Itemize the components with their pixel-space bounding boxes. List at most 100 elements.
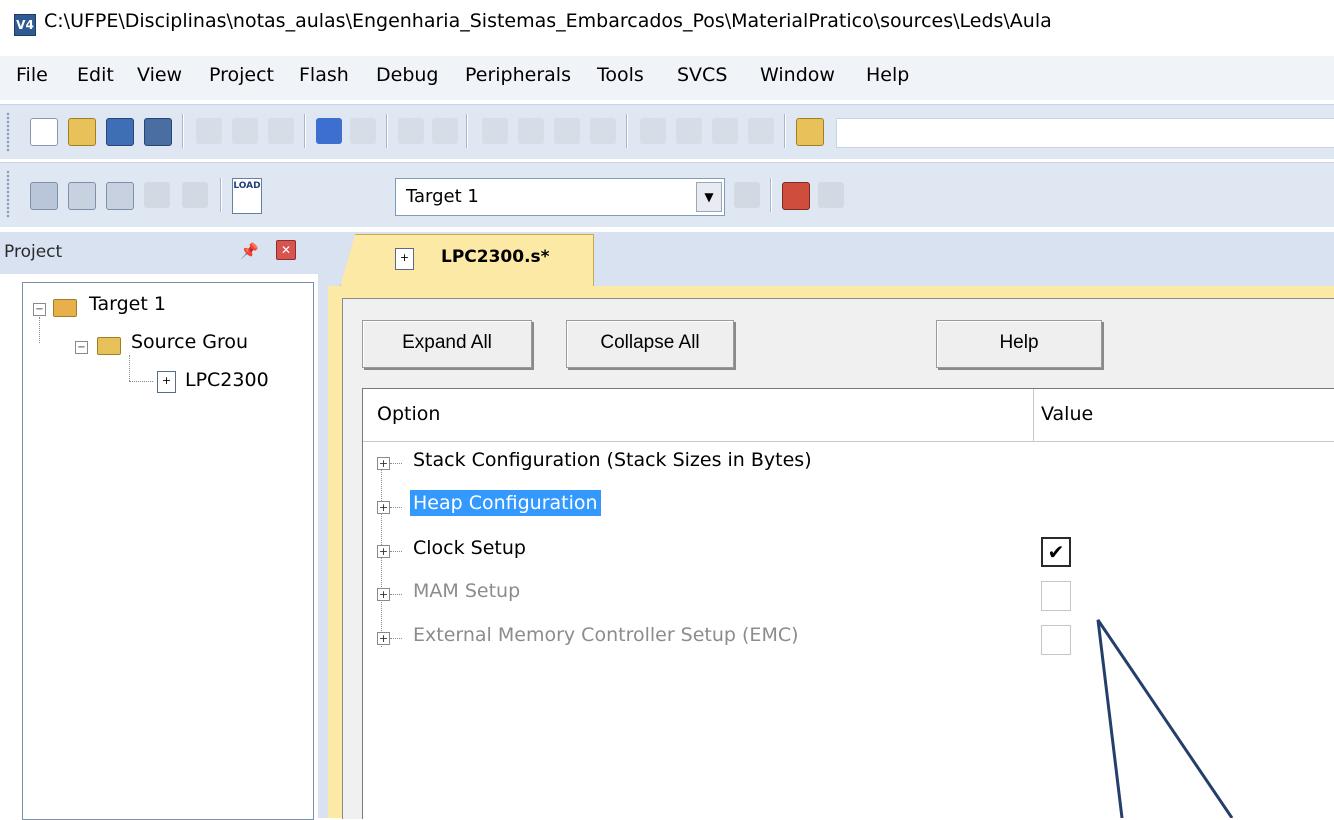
redo-icon[interactable] xyxy=(350,118,376,144)
tree-connector xyxy=(390,638,402,639)
grid-header: Option Value xyxy=(363,389,1334,442)
menu-help[interactable]: Help xyxy=(866,64,909,86)
menu-view[interactable]: View xyxy=(137,64,182,86)
manage-components-icon[interactable] xyxy=(782,182,810,210)
rebuild-icon[interactable] xyxy=(106,182,134,210)
tab-label: LPC2300.s* xyxy=(441,247,550,267)
menu-flash[interactable]: Flash xyxy=(299,64,349,86)
tree-item-file[interactable]: LPC2300 xyxy=(185,369,269,391)
paste-icon[interactable] xyxy=(268,118,294,144)
bookmark-previous-icon[interactable] xyxy=(518,118,544,144)
chevron-down-icon[interactable]: ▼ xyxy=(696,182,722,212)
download-icon[interactable]: LOAD xyxy=(232,178,262,214)
option-row-heap-configuration[interactable]: Heap Configuration xyxy=(410,490,601,516)
expand-icon[interactable]: + xyxy=(377,588,390,601)
uncomment-icon[interactable] xyxy=(748,118,774,144)
asm-file-icon: + xyxy=(395,248,414,270)
clock-setup-checkbox[interactable]: ✔ xyxy=(1041,537,1071,567)
translate-icon[interactable] xyxy=(30,182,58,210)
bookmark-next-icon[interactable] xyxy=(554,118,580,144)
copy-icon[interactable] xyxy=(232,118,258,144)
build-icon[interactable] xyxy=(68,182,96,210)
tree-connector xyxy=(390,594,402,595)
toolbar-separator xyxy=(182,114,183,148)
tree-connector xyxy=(390,507,402,508)
title-bar: V4 C:\UFPE\Disciplinas\notas_aulas\Engen… xyxy=(0,0,1334,48)
open-folder-icon[interactable] xyxy=(68,118,96,146)
undo-icon[interactable] xyxy=(316,118,342,144)
window-title: C:\UFPE\Disciplinas\notas_aulas\Engenhar… xyxy=(44,10,1052,32)
menu-bar xyxy=(0,56,1334,100)
find-in-files-icon[interactable] xyxy=(796,118,824,146)
comment-icon[interactable] xyxy=(712,118,738,144)
toolbar-separator xyxy=(784,114,785,148)
option-row-clock-setup[interactable]: Clock Setup xyxy=(413,537,526,559)
toolbar-grip[interactable] xyxy=(6,170,10,218)
tree-connector xyxy=(390,463,402,464)
pane-divider[interactable] xyxy=(318,232,328,818)
collapse-all-button[interactable]: Collapse All xyxy=(566,320,734,368)
toolbar-separator xyxy=(770,178,771,212)
expand-all-button[interactable]: Expand All xyxy=(362,320,532,368)
toolbar-grip[interactable] xyxy=(6,112,10,152)
target-folder-icon xyxy=(53,299,77,317)
pin-icon[interactable]: 📌 xyxy=(240,242,259,260)
tree-connector xyxy=(129,381,153,382)
column-header-option[interactable]: Option xyxy=(377,403,440,425)
toolbar-separator xyxy=(304,114,305,148)
menu-edit[interactable]: Edit xyxy=(77,64,114,86)
expand-icon[interactable]: + xyxy=(377,545,390,558)
column-divider[interactable] xyxy=(1033,389,1034,441)
magic-wand-options-icon[interactable] xyxy=(734,182,760,208)
cut-icon[interactable] xyxy=(196,118,222,144)
tree-connector xyxy=(390,551,402,552)
navigate-forward-icon[interactable] xyxy=(432,118,458,144)
tree-collapse-icon[interactable]: − xyxy=(75,341,88,354)
menu-tools[interactable]: Tools xyxy=(597,64,644,86)
help-button[interactable]: Help xyxy=(936,320,1102,368)
expand-icon[interactable]: + xyxy=(377,457,390,470)
column-header-value[interactable]: Value xyxy=(1041,403,1093,425)
tree-connector xyxy=(129,355,130,381)
menu-debug[interactable]: Debug xyxy=(376,64,438,86)
folder-icon xyxy=(97,337,121,355)
save-icon[interactable] xyxy=(106,118,134,146)
option-row-emc-setup[interactable]: External Memory Controller Setup (EMC) xyxy=(413,624,799,646)
check-icon: ✔ xyxy=(1047,540,1065,564)
option-row-mam-setup[interactable]: MAM Setup xyxy=(413,580,520,602)
select-packs-icon[interactable] xyxy=(818,182,844,208)
expand-icon[interactable]: + xyxy=(377,632,390,645)
navigate-back-icon[interactable] xyxy=(398,118,424,144)
menu-project[interactable]: Project xyxy=(209,64,274,86)
target-select[interactable]: Target 1 ▼ xyxy=(395,178,725,216)
find-input[interactable] xyxy=(836,118,1334,148)
tab-lpc2300[interactable]: + LPC2300.s* xyxy=(340,234,594,287)
emc-setup-checkbox[interactable] xyxy=(1041,625,1071,655)
app-icon: V4 xyxy=(14,14,36,36)
project-pane-header: Project 📌 ✕ xyxy=(0,232,318,274)
menu-window[interactable]: Window xyxy=(760,64,835,86)
menu-file[interactable]: File xyxy=(16,64,48,86)
tree-connector xyxy=(39,317,40,343)
save-all-icon[interactable] xyxy=(144,118,172,146)
indent-icon[interactable] xyxy=(640,118,666,144)
mam-setup-checkbox[interactable] xyxy=(1041,581,1071,611)
batch-build-icon[interactable] xyxy=(144,182,170,208)
menu-peripherals[interactable]: Peripherals xyxy=(465,64,571,86)
target-select-value: Target 1 xyxy=(406,186,479,207)
toolbar-separator xyxy=(386,114,387,148)
unindent-icon[interactable] xyxy=(676,118,702,144)
tree-item-group[interactable]: Source Grou xyxy=(131,331,248,353)
bookmark-toggle-icon[interactable] xyxy=(482,118,508,144)
expand-icon[interactable]: + xyxy=(377,501,390,514)
close-icon[interactable]: ✕ xyxy=(276,240,296,260)
tree-item-target[interactable]: Target 1 xyxy=(89,293,166,315)
toolbar-separator xyxy=(220,178,221,212)
toolbar-separator xyxy=(466,114,467,148)
menu-svcs[interactable]: SVCS xyxy=(677,64,727,86)
option-row-stack-configuration[interactable]: Stack Configuration (Stack Sizes in Byte… xyxy=(413,449,812,471)
new-file-icon[interactable] xyxy=(30,118,58,146)
tree-collapse-icon[interactable]: − xyxy=(33,303,46,316)
stop-build-icon[interactable] xyxy=(182,182,208,208)
bookmark-clear-icon[interactable] xyxy=(590,118,616,144)
